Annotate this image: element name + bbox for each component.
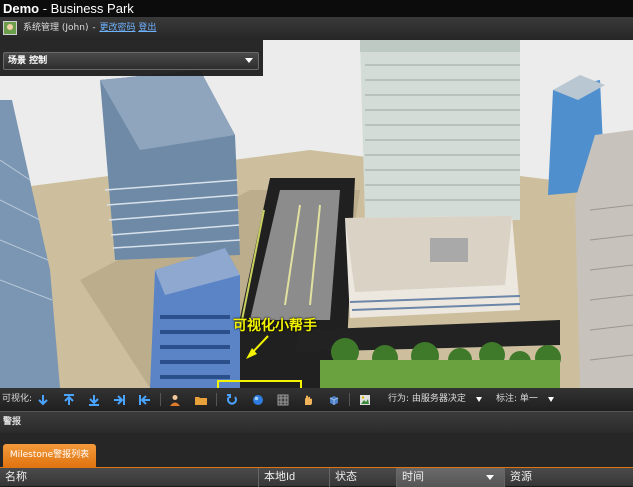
marker-label[interactable]: 标注: 单一 — [496, 388, 538, 411]
visualization-toolbar: 可视化: 行为: 由服务器决定 标注: 单一 — [0, 388, 633, 411]
user-separator: - — [89, 23, 99, 33]
app-title: Demo — [3, 1, 40, 16]
avatar — [3, 21, 17, 35]
image-icon[interactable] — [357, 392, 373, 407]
scene-control-panel: 场景 控制 — [0, 40, 263, 76]
logout-link[interactable]: 登出 — [138, 23, 156, 33]
column-status[interactable]: 状态 — [330, 468, 397, 487]
change-password-link[interactable]: 更改密码 — [99, 23, 135, 33]
column-time-label: 时间 — [402, 471, 424, 483]
sort-desc-icon — [486, 475, 494, 480]
grid-icon[interactable] — [275, 392, 291, 407]
visualize-label: 可视化: — [2, 394, 33, 404]
parking-garage-roof — [345, 216, 512, 292]
alert-table-header: 名称 本地Id 状态 时间 资源 — [0, 467, 633, 487]
hand-icon[interactable] — [300, 392, 316, 407]
garage-stair-block — [430, 238, 468, 262]
arrow-down-bar-icon[interactable] — [86, 392, 102, 407]
tower-center — [360, 40, 520, 220]
3d-viewport[interactable] — [0, 40, 633, 388]
window-title: Demo - Business Park — [0, 0, 633, 17]
alert-section-header: 警报 — [0, 411, 633, 433]
toolbar-divider — [160, 393, 161, 406]
alert-tab-strip: Milestone警报列表 — [0, 433, 633, 467]
behavior-label[interactable]: 行为: 由服务器决定 — [388, 388, 466, 411]
folder-icon[interactable] — [193, 392, 209, 407]
sphere-icon[interactable] — [250, 392, 266, 407]
grass — [320, 360, 560, 388]
scene-control-value: 场景 控制 — [8, 56, 48, 66]
arrow-down-icon[interactable] — [35, 392, 51, 407]
toolbar-divider — [349, 393, 350, 406]
chevron-down-icon[interactable] — [476, 397, 482, 402]
arrow-up-bar-icon[interactable] — [61, 392, 77, 407]
toolbar-divider — [216, 393, 217, 406]
arrow-left-bar-icon[interactable] — [137, 392, 153, 407]
arrow-right-bar-icon[interactable] — [111, 392, 127, 407]
person-icon[interactable] — [167, 392, 183, 407]
scene-control-dropdown[interactable]: 场景 控制 — [3, 52, 259, 70]
tab-milestone-alerts[interactable]: Milestone警报列表 — [3, 444, 96, 467]
cube-icon[interactable] — [326, 392, 342, 407]
app-subtitle: - Business Park — [39, 1, 134, 16]
chevron-down-icon — [245, 58, 253, 63]
user-name: 系统管理 (John) — [23, 23, 89, 33]
user-bar: 系统管理 (John) - 更改密码 登出 — [0, 17, 633, 40]
chevron-down-icon[interactable] — [548, 397, 554, 402]
rotate-icon[interactable] — [224, 392, 240, 407]
column-local-id[interactable]: 本地Id — [259, 468, 330, 487]
city-scene — [0, 40, 633, 388]
annotation-label: 可视化小帮手 — [233, 318, 317, 334]
column-name[interactable]: 名称 — [0, 468, 259, 487]
tower-center-top — [360, 40, 520, 52]
column-time[interactable]: 时间 — [397, 468, 505, 487]
column-resource[interactable]: 资源 — [505, 468, 633, 487]
